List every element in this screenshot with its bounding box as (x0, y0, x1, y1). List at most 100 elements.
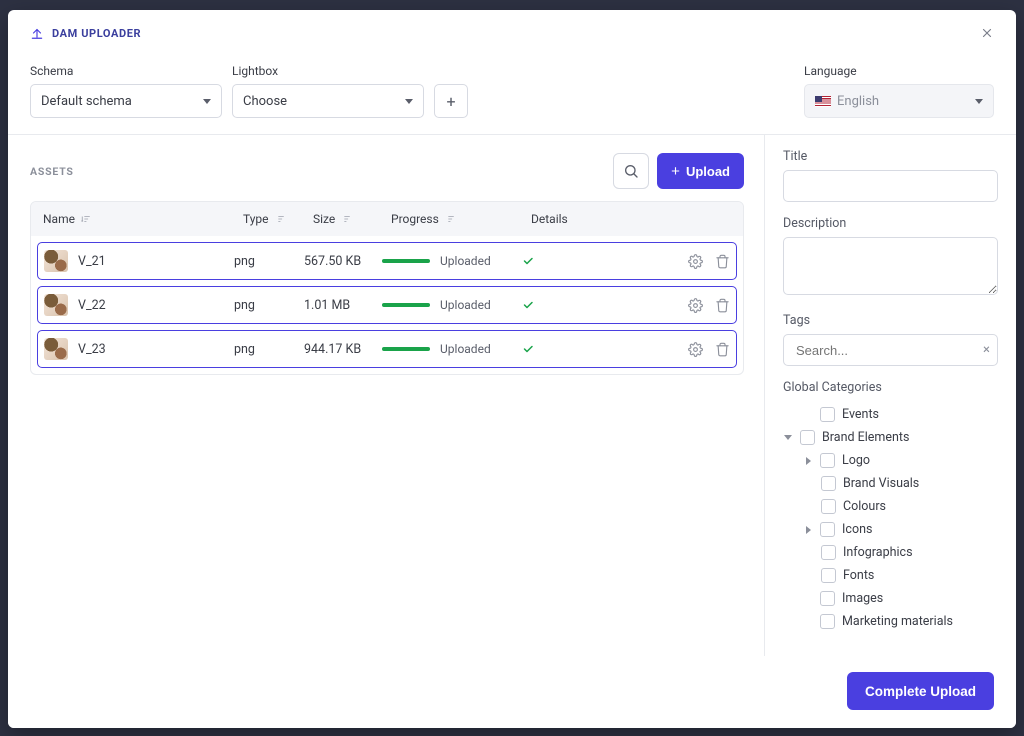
category-label: Images (842, 591, 883, 606)
collapse-icon[interactable] (783, 435, 793, 440)
assets-section-title: ASSETS (30, 165, 74, 178)
language-value: English (837, 94, 879, 109)
lightbox-label: Lightbox (232, 64, 424, 78)
checkbox[interactable] (820, 591, 835, 606)
column-type[interactable]: Type (243, 212, 313, 226)
category-item[interactable]: Icons (803, 518, 998, 541)
checkbox[interactable] (821, 568, 836, 583)
category-item[interactable]: Events (803, 403, 998, 426)
side-panel: Title Description Tags × Global Categori… (764, 135, 1016, 656)
category-label: Logo (842, 453, 870, 468)
title-label: Title (783, 149, 998, 164)
flag-icon (815, 96, 831, 107)
category-item[interactable]: Logo (803, 449, 998, 472)
table-body: V_21 png 567.50 KB Uploaded (31, 236, 743, 374)
clear-icon[interactable]: × (983, 343, 990, 358)
progress-bar (382, 347, 430, 351)
lightbox-filter: Lightbox Choose (232, 64, 424, 118)
column-progress[interactable]: Progress (391, 212, 531, 226)
description-field-group: Description (783, 216, 998, 299)
category-item[interactable]: Brand Visuals (821, 472, 998, 495)
column-details: Details (531, 212, 731, 226)
settings-icon[interactable] (688, 342, 703, 357)
language-filter: Language English (804, 64, 994, 118)
settings-icon[interactable] (688, 298, 703, 313)
category-item[interactable]: Images (803, 587, 998, 610)
table-row[interactable]: V_21 png 567.50 KB Uploaded (37, 242, 737, 280)
asset-size: 567.50 KB (304, 254, 382, 269)
table-row[interactable]: V_23 png 944.17 KB Uploaded (37, 330, 737, 368)
title-input[interactable] (783, 170, 998, 202)
category-label: Icons (842, 522, 872, 537)
checkbox[interactable] (820, 614, 835, 629)
checkbox[interactable] (820, 522, 835, 537)
close-button[interactable] (976, 22, 998, 44)
checkbox[interactable] (820, 407, 835, 422)
asset-type: png (234, 342, 304, 357)
lightbox-select[interactable]: Choose (232, 84, 424, 118)
checkbox[interactable] (821, 499, 836, 514)
upload-arrow-icon (30, 26, 44, 40)
categories-tree: Events Brand Elements Logo Brand (783, 403, 998, 633)
search-button[interactable] (613, 153, 649, 189)
checkbox[interactable] (821, 545, 836, 560)
tags-label: Tags (783, 313, 998, 328)
upload-button[interactable]: + Upload (657, 153, 744, 189)
language-select[interactable]: English (804, 84, 994, 118)
modal-footer: Complete Upload (8, 656, 1016, 728)
modal-title: DAM UPLOADER (52, 27, 141, 40)
column-size[interactable]: Size (313, 212, 391, 226)
checkbox[interactable] (821, 476, 836, 491)
description-input[interactable] (783, 237, 998, 295)
category-label: Events (842, 407, 879, 422)
delete-icon[interactable] (715, 254, 730, 269)
thumbnail (44, 294, 68, 316)
check-icon (522, 255, 592, 267)
lightbox-value: Choose (243, 94, 287, 109)
tags-input[interactable] (783, 334, 998, 366)
categories-group: Global Categories Events Brand Elements (783, 380, 998, 633)
complete-upload-button[interactable]: Complete Upload (847, 672, 994, 710)
plus-icon: + (671, 163, 680, 180)
asset-name: V_22 (78, 298, 106, 313)
delete-icon[interactable] (715, 342, 730, 357)
expand-icon[interactable] (803, 526, 813, 534)
category-item[interactable]: Brand Elements (783, 426, 998, 449)
category-label: Colours (843, 499, 886, 514)
asset-type: png (234, 254, 304, 269)
settings-icon[interactable] (688, 254, 703, 269)
category-item[interactable]: Fonts (821, 564, 998, 587)
upload-status: Uploaded (440, 254, 491, 268)
delete-icon[interactable] (715, 298, 730, 313)
column-name[interactable]: Name (43, 212, 243, 226)
sort-icon (81, 214, 91, 224)
asset-size: 944.17 KB (304, 342, 382, 357)
sort-icon (445, 214, 455, 224)
progress-bar (382, 259, 430, 263)
schema-label: Schema (30, 64, 222, 78)
category-label: Infographics (843, 545, 913, 560)
category-item[interactable]: Infographics (821, 541, 998, 564)
category-label: Marketing materials (842, 614, 953, 629)
chevron-down-icon (405, 99, 413, 104)
title-field-group: Title (783, 149, 998, 202)
chevron-down-icon (203, 99, 211, 104)
check-icon (522, 299, 592, 311)
dam-uploader-modal: DAM UPLOADER Schema Default schema Light… (8, 10, 1016, 728)
thumbnail (44, 250, 68, 272)
expand-icon[interactable] (803, 457, 813, 465)
schema-select[interactable]: Default schema (30, 84, 222, 118)
sort-icon (341, 214, 351, 224)
checkbox[interactable] (820, 453, 835, 468)
category-item[interactable]: Marketing materials (803, 610, 998, 633)
tags-field-group: Tags × (783, 313, 998, 366)
category-label: Fonts (843, 568, 874, 583)
table-row[interactable]: V_22 png 1.01 MB Uploaded (37, 286, 737, 324)
checkbox[interactable] (800, 430, 815, 445)
asset-size: 1.01 MB (304, 298, 382, 313)
progress-bar (382, 303, 430, 307)
category-item[interactable]: Colours (821, 495, 998, 518)
upload-status: Uploaded (440, 342, 491, 356)
upload-status: Uploaded (440, 298, 491, 312)
add-lightbox-button[interactable]: + (434, 84, 468, 118)
